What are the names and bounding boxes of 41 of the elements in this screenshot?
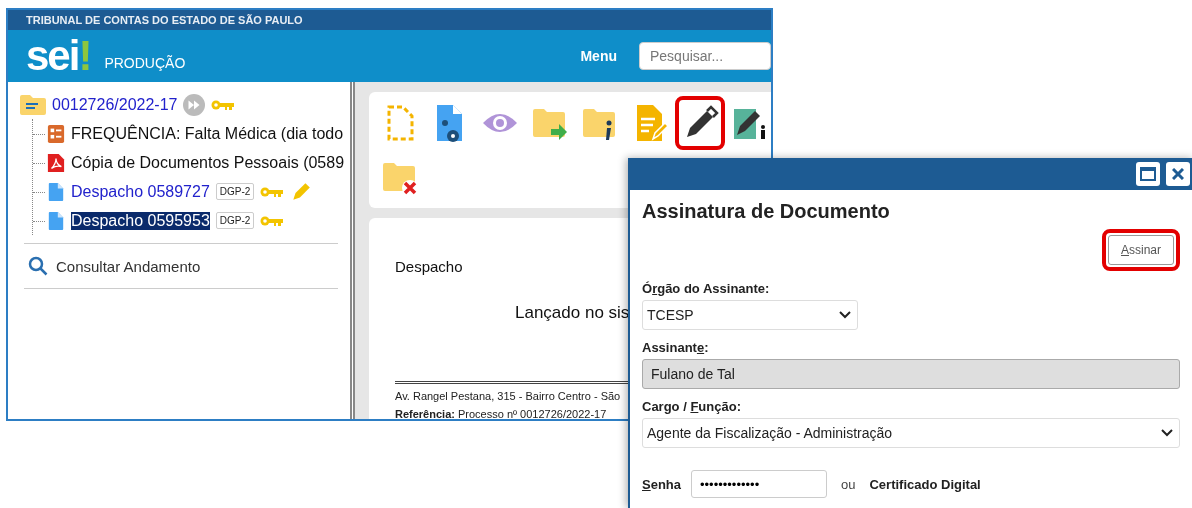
or-text: ou [841, 476, 856, 492]
menu-link[interactable]: Menu [580, 48, 617, 64]
select-field[interactable]: TCESP [642, 300, 858, 330]
sign-button[interactable]: Assinar [1107, 235, 1174, 265]
environment-label: PRODUÇÃO [104, 55, 186, 71]
select-field[interactable]: Agente da Fiscalização - Administração [642, 418, 1180, 448]
maximize-icon [1140, 167, 1156, 181]
certificate-link[interactable]: Certificado Digital [869, 476, 981, 492]
document-link[interactable]: Despacho 0589727 [71, 182, 210, 201]
document-icon [47, 211, 65, 230]
document-text: Lançado no sis [515, 303, 630, 323]
process-link[interactable]: 0012726/2022-17 [52, 95, 178, 114]
document-link[interactable]: Cópia de Documentos Pessoais (0589 [71, 153, 345, 172]
document-link[interactable]: Despacho 0595953 [71, 211, 210, 230]
reference-text: Referência: Processo nº 0012726/2022-17 [395, 408, 607, 419]
organization-title: TRIBUNAL DE CONTAS DO ESTADO DE SÃO PAULO [8, 10, 771, 30]
logo: sei! [26, 35, 91, 77]
pdf-icon [47, 153, 65, 172]
document-icon [47, 182, 65, 201]
form-icon [47, 124, 65, 143]
unit-badge: DGP-2 [215, 212, 255, 229]
search-field[interactable]: Pesquisar... [639, 42, 771, 70]
chevron-down-icon [1161, 429, 1173, 437]
unit-badge: DGP-2 [215, 183, 255, 200]
close-icon [1172, 168, 1184, 180]
password-field[interactable]: ••••••••••••• [691, 470, 827, 498]
consult-link[interactable]: Consultar Andamento [20, 252, 350, 280]
maximize-button[interactable] [1136, 162, 1160, 186]
chevron-down-icon [839, 311, 851, 319]
address-text: Av. Rangel Pestana, 315 - Bairro Centro - São [395, 390, 621, 402]
field-label: Assinante: [642, 340, 710, 355]
document-title: Despacho [395, 258, 464, 275]
password-label: Senha [642, 476, 681, 492]
dialog-title: Assinatura de Documento [642, 200, 891, 223]
document-link[interactable]: FREQUÊNCIA: Falta Médica (dia todo [71, 124, 344, 143]
search-icon [28, 256, 48, 276]
toolbar-button[interactable] [675, 96, 725, 150]
field-label: Órgão do Assinante: [642, 281, 771, 296]
close-button[interactable] [1166, 162, 1190, 186]
folder-icon [20, 94, 46, 115]
field-label: Cargo / Função: [642, 399, 742, 414]
